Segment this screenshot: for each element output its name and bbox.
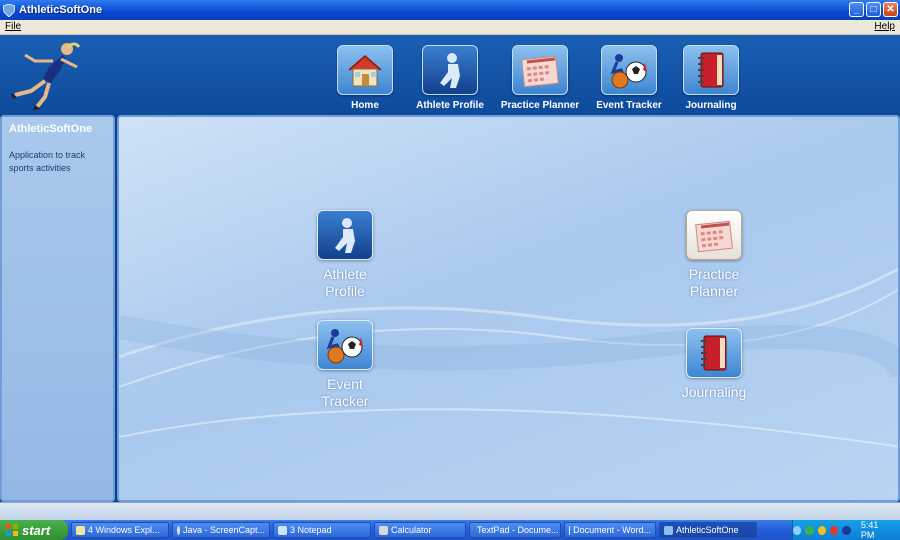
- status-bar: [0, 502, 900, 520]
- tile-label-athlete: Athlete: [323, 266, 367, 282]
- window-title: AthleticSoftOne: [19, 4, 103, 16]
- calendar-icon: [695, 220, 733, 253]
- notebook-icon: [698, 52, 724, 88]
- security-icon[interactable]: [830, 525, 839, 535]
- clock[interactable]: 5:41 PM: [861, 520, 892, 540]
- nav-label-athlete-profile: Athlete Profile: [416, 100, 484, 111]
- runner-logo-icon: [11, 42, 81, 110]
- system-tray: 5:41 PM: [792, 520, 900, 540]
- menu-help[interactable]: Help: [874, 21, 895, 32]
- calculator-icon: [379, 525, 388, 535]
- taskbar-item[interactable]: 3 Notepad: [273, 522, 371, 538]
- nav-event-tracker[interactable]: Event Tracker: [589, 45, 669, 111]
- word-document-icon: [569, 525, 571, 535]
- nav-home[interactable]: Home: [325, 45, 405, 111]
- taskbar-item[interactable]: Calculator: [374, 522, 466, 538]
- house-icon: [348, 55, 382, 87]
- notepad-icon: [278, 525, 287, 535]
- sidebar: AthleticSoftOne Application to track spo…: [0, 115, 115, 502]
- network-icon[interactable]: [793, 525, 802, 535]
- shield-tray-icon[interactable]: [805, 525, 814, 535]
- sports-balls-icon: [326, 329, 363, 364]
- athlete-silhouette-icon: [335, 218, 355, 253]
- sports-balls-icon: [610, 54, 647, 89]
- start-label: start: [22, 522, 51, 538]
- tile-journaling[interactable]: Journaling: [654, 328, 774, 401]
- sidebar-title: AthleticSoftOne: [9, 123, 93, 135]
- nav-label-home: Home: [351, 100, 379, 111]
- nav-label-practice-planner: Practice Planner: [500, 100, 580, 111]
- main-panel: Athlete Profile Practice Planner Event T…: [117, 115, 900, 502]
- tile-label-profile: Profile: [325, 283, 365, 299]
- tile-athlete-profile[interactable]: Athlete Profile: [285, 210, 405, 300]
- minimize-button[interactable]: _: [849, 2, 864, 17]
- menu-bar: File Help: [0, 20, 900, 35]
- tile-label-planner: Planner: [689, 283, 739, 299]
- tile-label-tracker: Tracker: [321, 393, 369, 409]
- update-icon[interactable]: [817, 525, 827, 535]
- tile-label-practice: Practice: [688, 266, 740, 282]
- tile-label-journaling: Journaling: [681, 384, 747, 400]
- nav-label-event-tracker: Event Tracker: [596, 100, 662, 111]
- java-icon: [177, 525, 180, 535]
- folder-icon: [76, 525, 85, 535]
- calendar-icon: [521, 55, 559, 88]
- header-banner: Home Athlete Profile Practice Planner Ev…: [0, 35, 900, 115]
- start-button[interactable]: start: [0, 520, 68, 540]
- athlete-silhouette-icon: [440, 53, 460, 88]
- taskbar-item[interactable]: Java - ScreenCapt...: [172, 522, 270, 538]
- title-bar[interactable]: AthleticSoftOne _ □ ✕: [0, 0, 900, 20]
- taskbar: start 4 Windows Expl... Java - ScreenCap…: [0, 520, 900, 540]
- nav-athlete-profile[interactable]: Athlete Profile: [410, 45, 490, 111]
- maximize-button[interactable]: □: [866, 2, 881, 17]
- background-swoosh: [119, 267, 898, 448]
- app-window: AthleticSoftOne _ □ ✕ File Help Home Ath…: [0, 0, 900, 520]
- tile-practice-planner[interactable]: Practice Planner: [654, 210, 774, 300]
- taskbar-item[interactable]: 4 Windows Expl...: [71, 522, 169, 538]
- tile-event-tracker[interactable]: Event Tracker: [285, 320, 405, 410]
- nav-practice-planner[interactable]: Practice Planner: [500, 45, 580, 111]
- taskbar-item-active[interactable]: AthleticSoftOne: [659, 522, 757, 538]
- close-button[interactable]: ✕: [883, 2, 898, 17]
- notebook-icon: [701, 335, 727, 371]
- menu-file[interactable]: File: [5, 21, 21, 32]
- nav-label-journaling: Journaling: [685, 100, 737, 111]
- app-shield-icon: [664, 525, 673, 535]
- nav-journaling[interactable]: Journaling: [671, 45, 751, 111]
- taskbar-item[interactable]: Document - Word...: [564, 522, 656, 538]
- tile-label-event: Event: [327, 376, 363, 392]
- volume-icon[interactable]: [842, 525, 851, 535]
- taskbar-item[interactable]: TextPad - Docume...: [469, 522, 561, 538]
- windows-logo-icon: [6, 524, 18, 536]
- app-shield-icon: [3, 3, 15, 17]
- sidebar-description: Application to track sports activities: [9, 150, 86, 173]
